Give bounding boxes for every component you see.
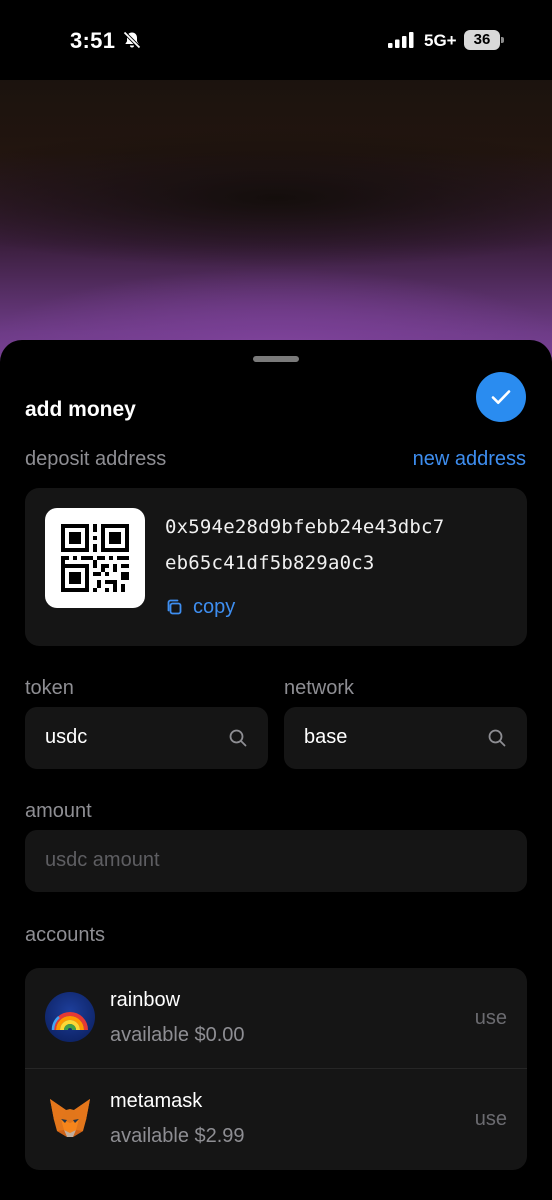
battery-icon: 36: [464, 30, 504, 50]
deposit-address-line-2[interactable]: eb65c41df5b829a0c3: [165, 552, 375, 574]
battery-tip: [501, 37, 504, 43]
copy-label: copy: [193, 595, 236, 618]
deposit-address-card: 0x594e28d9bfebb24e43dbc7 eb65c41df5b829a…: [25, 488, 527, 646]
amount-input[interactable]: usdc amount: [25, 830, 527, 892]
use-button[interactable]: use: [475, 1108, 507, 1131]
search-icon: [229, 729, 247, 747]
copy-icon: [167, 599, 182, 615]
deposit-address-label: deposit address: [25, 448, 167, 470]
amount-placeholder: usdc amount: [45, 849, 160, 871]
search-icon: [488, 729, 506, 747]
account-name: rainbow: [110, 989, 181, 1011]
battery-level: 36: [464, 30, 500, 50]
account-row-rainbow[interactable]: rainbow available $0.00 use: [25, 968, 527, 1069]
account-balance: available $0.00: [110, 1024, 245, 1046]
signal-icon: [388, 32, 414, 48]
qr-code-icon: [61, 524, 129, 592]
confirm-button[interactable]: [476, 372, 526, 422]
blurred-background: [0, 78, 552, 378]
accounts-label: accounts: [25, 924, 106, 946]
bell-off-icon: [123, 31, 141, 49]
qr-code[interactable]: [45, 508, 145, 608]
token-value: usdc: [45, 726, 88, 748]
network-label: network: [284, 677, 355, 699]
accounts-list: rainbow available $0.00 use metamask ava…: [25, 968, 527, 1170]
checkmark-icon: [491, 390, 511, 404]
copy-button[interactable]: copy: [165, 594, 235, 620]
deposit-address-line-1[interactable]: 0x594e28d9bfebb24e43dbc7: [165, 516, 444, 538]
token-label: token: [25, 677, 74, 699]
use-button[interactable]: use: [475, 1007, 507, 1030]
status-time: 3:51: [70, 28, 116, 53]
account-row-metamask[interactable]: metamask available $2.99 use: [25, 1069, 527, 1170]
account-balance: available $2.99: [110, 1125, 245, 1147]
amount-label: amount: [25, 800, 92, 822]
add-money-sheet: add money deposit address new address 0x…: [0, 340, 552, 1200]
account-name: metamask: [110, 1090, 203, 1112]
status-bar: 3:51 5G+ 36: [0, 0, 552, 80]
network-type: 5G+: [424, 31, 457, 50]
token-select[interactable]: usdc: [25, 707, 268, 769]
metamask-fox-icon: [45, 1093, 95, 1143]
network-value: base: [304, 726, 348, 748]
sheet-grabber[interactable]: [253, 356, 299, 362]
screen: 3:51 5G+ 36 add money deposit address ne…: [0, 0, 552, 1200]
sheet-title: add money: [25, 398, 136, 421]
rainbow-wallet-icon: [45, 992, 95, 1042]
network-select[interactable]: base: [284, 707, 527, 769]
new-address-link[interactable]: new address: [413, 448, 526, 471]
